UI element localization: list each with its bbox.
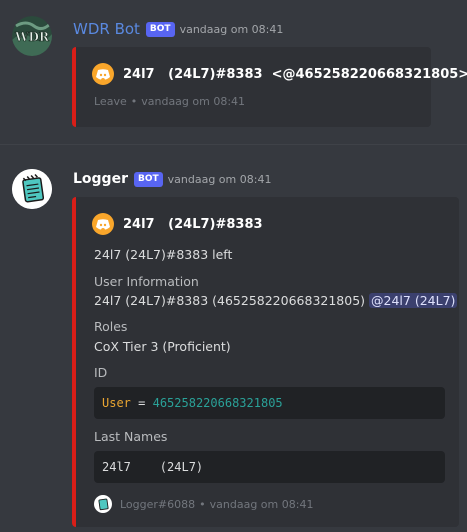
svg-text:WDR: WDR [14, 30, 50, 44]
embed-footer: Logger#6088 • vandaag om 08:41 [94, 495, 313, 513]
embed-footer: Leave • vandaag om 08:41 [94, 95, 245, 108]
field-name-roles: Roles [94, 319, 128, 334]
discord-avatar-icon [92, 63, 114, 85]
footer-timestamp: vandaag om 08:41 [141, 95, 246, 108]
leave-embed: 24l7 (24L7)#8383 <@465258220668321805> L… [72, 47, 467, 127]
footer-separator: • [130, 95, 138, 108]
code-operator: = [138, 396, 146, 410]
message-header: WDR Bot BOT vandaag om 08:41 [73, 20, 283, 38]
embed-author-name: 24l7 (24L7)#8383 <@465258220668321805> [123, 66, 467, 82]
user-mention[interactable]: @24l7 (24L7) [369, 293, 458, 308]
code-key: User [102, 396, 131, 410]
code-value: 465258220668321805 [152, 396, 283, 410]
author-name[interactable]: Logger [73, 171, 128, 187]
bot-tag: BOT [133, 171, 163, 187]
embed-author-name: 24l7 (24L7)#8383 [123, 216, 263, 232]
message-header: Logger BOT vandaag om 08:41 [73, 171, 271, 187]
field-value-user-information: 24l7 (24L7)#8383 (465258220668321805) @2… [94, 293, 458, 308]
embed-author: 24l7 (24L7)#8383 [92, 213, 263, 235]
field-value-roles: CoX Tier 3 (Proficient) [94, 339, 231, 354]
footer-separator: • [199, 497, 206, 511]
field-name-id: ID [94, 365, 108, 380]
timestamp: vandaag om 08:41 [179, 22, 284, 36]
footer-text: Logger#6088 [120, 497, 196, 511]
embed-description: 24l7 (24L7)#8383 left [94, 247, 233, 262]
discord-avatar-icon [92, 213, 114, 235]
message-logger: Logger BOT vandaag om 08:41 24l7 (24L7)#… [0, 145, 467, 532]
id-codeblock: User = 465258220668321805 [94, 387, 445, 419]
logger-avatar[interactable] [12, 169, 52, 209]
last-names-codeblock: 24l7 (24L7) [94, 451, 445, 483]
bot-tag: BOT [145, 21, 175, 37]
embed-author: 24l7 (24L7)#8383 <@465258220668321805> [92, 63, 467, 85]
author-name[interactable]: WDR Bot [73, 20, 140, 38]
wdr-bot-avatar[interactable]: WDR [12, 16, 52, 56]
user-information-text: 24l7 (24L7)#8383 (465258220668321805) [94, 293, 366, 308]
field-name-last-names: Last Names [94, 429, 168, 444]
field-name-user-information: User Information [94, 274, 199, 289]
footer-text: Leave [94, 95, 127, 108]
message-wdr-bot: WDR WDR Bot BOT vandaag om 08:41 24l7 (2… [0, 0, 467, 144]
timestamp: vandaag om 08:41 [167, 172, 272, 186]
log-embed: 24l7 (24L7)#8383 24l7 (24L7)#8383 left U… [72, 197, 459, 527]
footer-timestamp: vandaag om 08:41 [209, 497, 314, 511]
logger-footer-icon [94, 495, 112, 513]
